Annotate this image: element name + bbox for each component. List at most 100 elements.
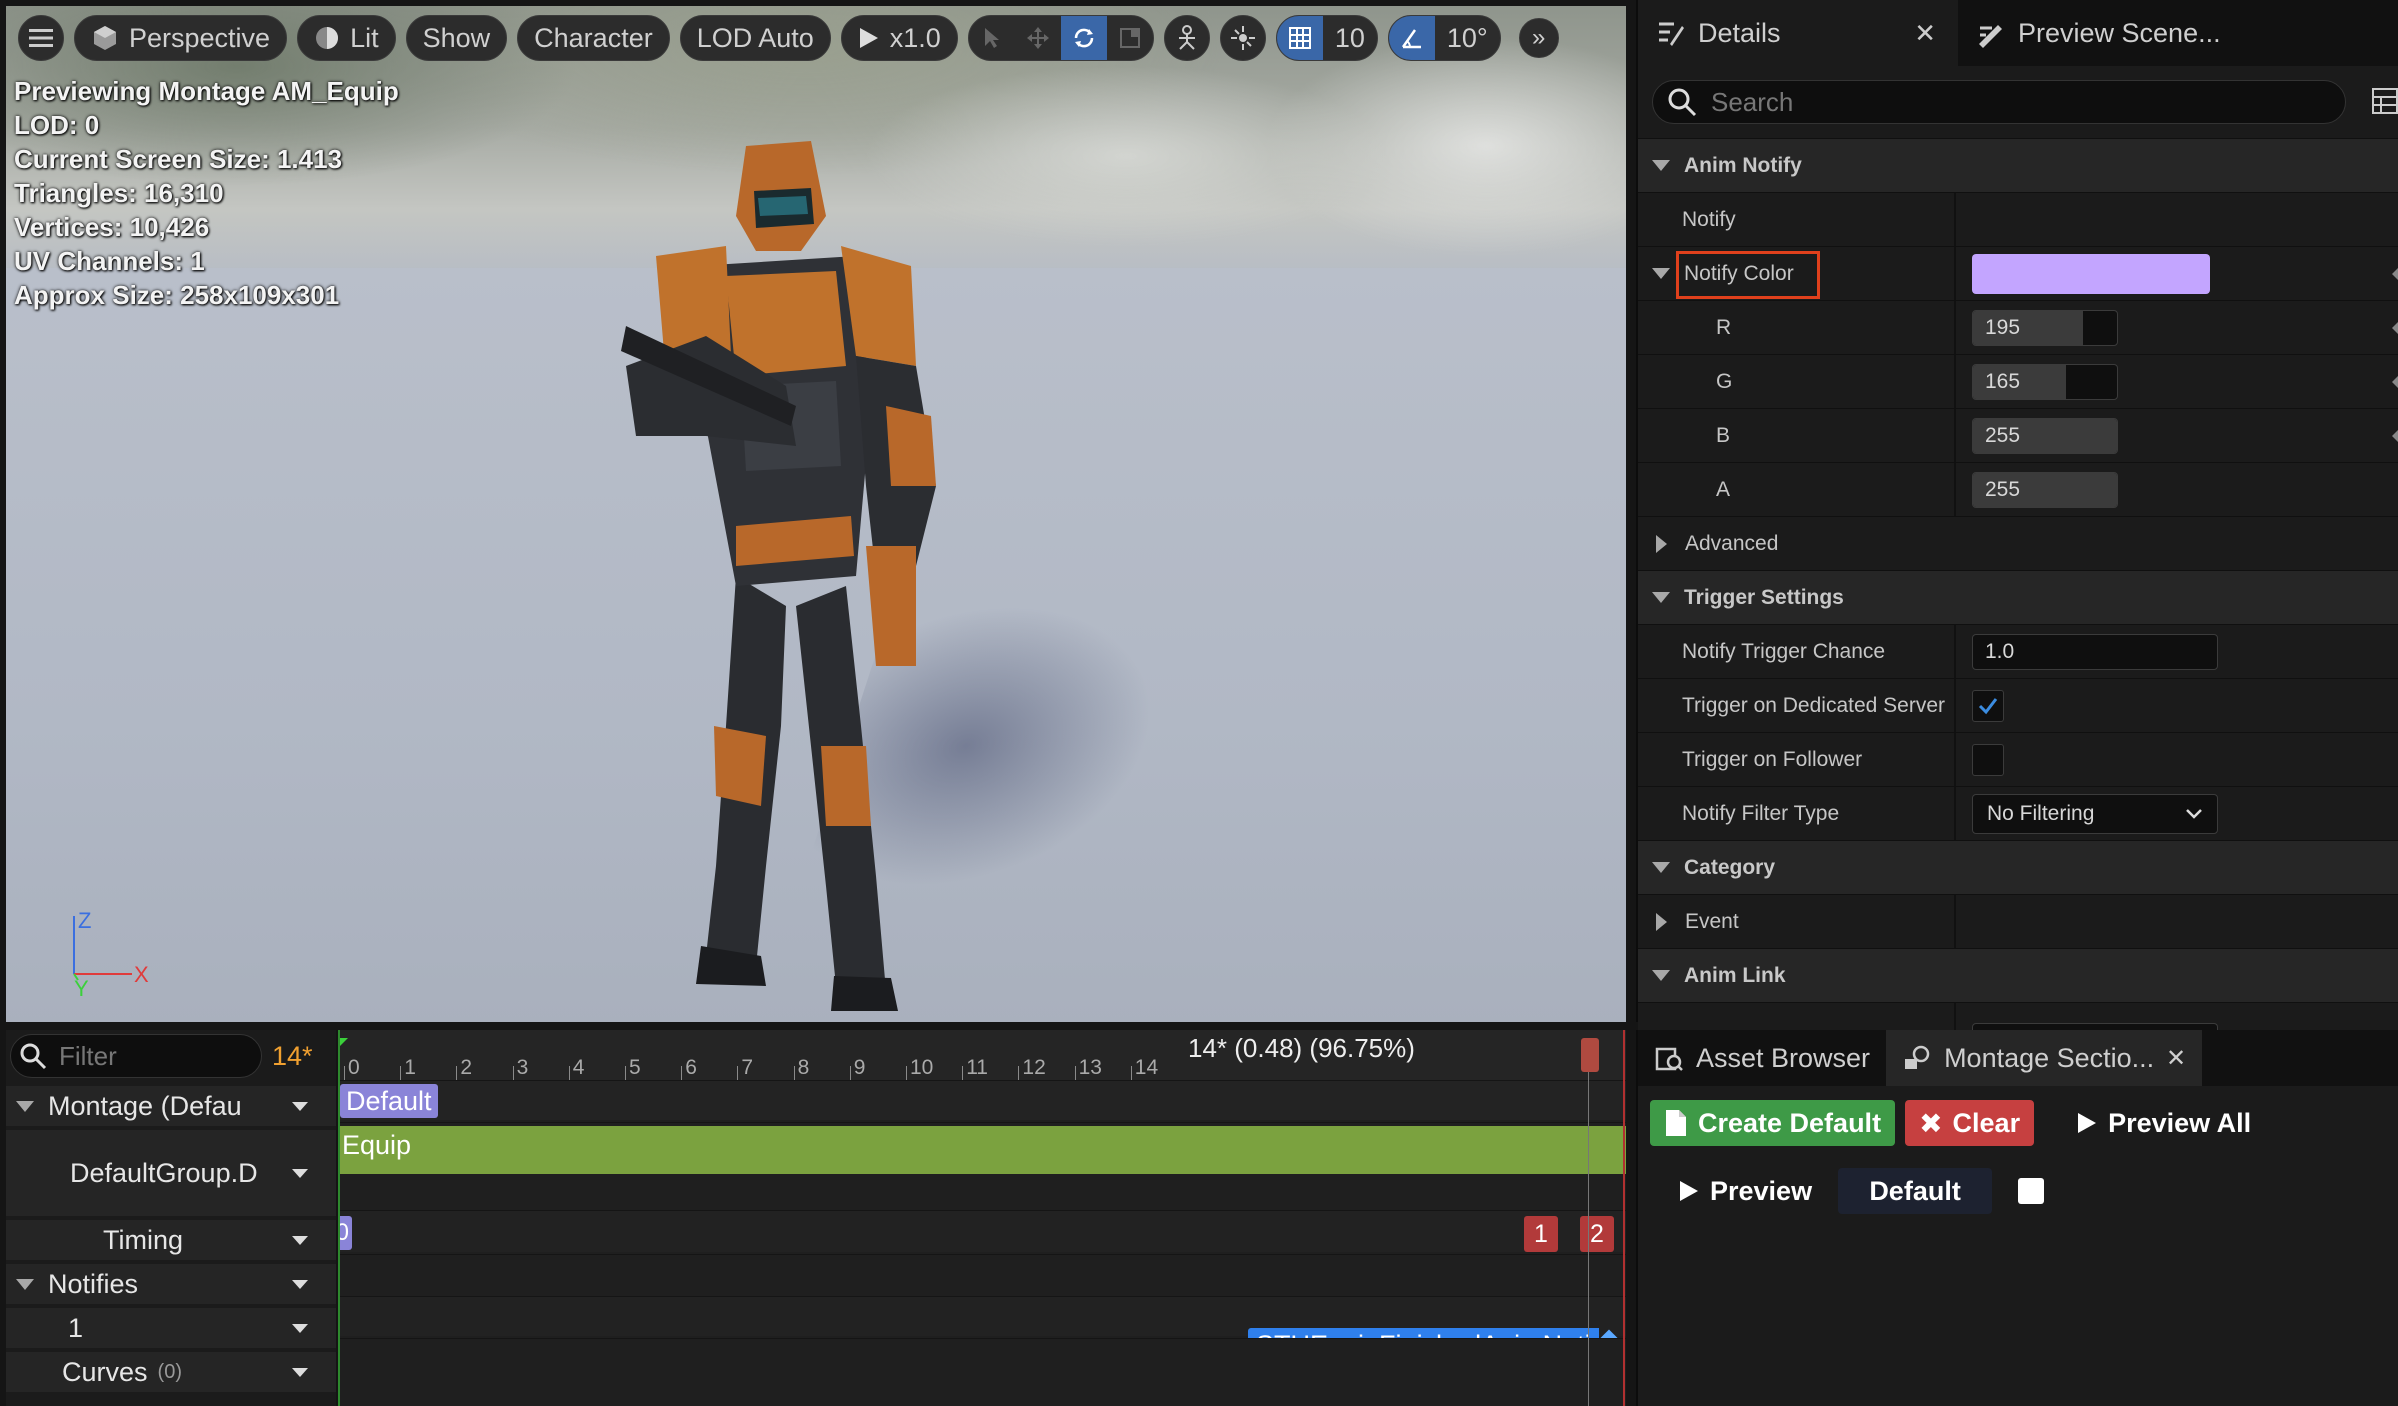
lod-button[interactable]: LOD Auto bbox=[679, 15, 831, 61]
show-button[interactable]: Show bbox=[405, 15, 508, 61]
section-anim-notify[interactable]: Anim Notify bbox=[1638, 138, 2398, 192]
prop-filter-type: Notify Filter Type No Filtering bbox=[1638, 786, 2398, 840]
preview-section-label: Preview bbox=[1710, 1175, 1813, 1206]
notify-color-swatch[interactable] bbox=[1972, 253, 2210, 294]
tab-details[interactable]: Details ✕ bbox=[1638, 0, 1958, 66]
dropdown-arrow-icon[interactable] bbox=[292, 1101, 308, 1111]
color-g-input[interactable]: 165 bbox=[1972, 363, 2118, 400]
ruler-tick-label: 6 bbox=[685, 1056, 697, 1079]
stat-vertices: Vertices: 10,426 bbox=[14, 212, 210, 242]
filter-type-dropdown[interactable]: No Filtering bbox=[1972, 793, 2218, 834]
track-slot-group[interactable]: DefaultGroup.D bbox=[6, 1130, 336, 1216]
translate-tool-button[interactable] bbox=[1015, 16, 1061, 60]
angle-snap-value[interactable]: 10° bbox=[1435, 23, 1500, 54]
timing-start-marker[interactable]: 0 bbox=[338, 1216, 352, 1250]
angle-snap-toggle[interactable] bbox=[1388, 16, 1435, 60]
close-icon[interactable]: ✕ bbox=[2166, 1044, 2186, 1073]
track-curves[interactable]: Curves (0) bbox=[6, 1352, 336, 1392]
physics-button[interactable] bbox=[1219, 15, 1266, 61]
grid-size-value[interactable]: 10 bbox=[1323, 23, 1377, 54]
prop-dedicated-server-label: Trigger on Dedicated Server bbox=[1638, 679, 1956, 732]
section-default-button[interactable]: Default bbox=[1838, 1168, 1993, 1214]
cursor-icon bbox=[984, 28, 999, 48]
viewport-menu-button[interactable] bbox=[18, 15, 64, 61]
timing-marker-2[interactable]: 2 bbox=[1580, 1216, 1614, 1252]
time-ruler[interactable]: 0 1 2 3 4 5 6 7 8 9 10 11 12 13 14 bbox=[338, 1030, 1626, 1080]
preview-viewport[interactable]: Perspective Lit Show Character LOD Auto … bbox=[6, 6, 1626, 1022]
search-icon bbox=[1668, 88, 1697, 117]
perspective-button[interactable]: Perspective bbox=[74, 15, 288, 61]
ruler-tick bbox=[1074, 1066, 1076, 1080]
track-timing[interactable]: Timing bbox=[6, 1220, 336, 1260]
clear-button[interactable]: ✖ Clear bbox=[1905, 1100, 2035, 1146]
prop-trigger-chance: Notify Trigger Chance 1.0 bbox=[1638, 624, 2398, 678]
color-a-input[interactable]: 255 bbox=[1972, 471, 2118, 508]
section-trigger-settings[interactable]: Trigger Settings bbox=[1638, 570, 2398, 624]
chevron-down-icon bbox=[1652, 592, 1670, 603]
ruler-tick bbox=[1130, 1066, 1132, 1080]
character-mesh[interactable] bbox=[586, 106, 966, 1022]
close-icon[interactable]: ✕ bbox=[1914, 18, 1936, 49]
dropdown-arrow-icon[interactable] bbox=[292, 1279, 308, 1289]
tab-preview-scene[interactable]: Preview Scene... bbox=[1958, 0, 2239, 66]
grid-snap-toggle[interactable] bbox=[1276, 16, 1323, 60]
trigger-chance-input[interactable]: 1.0 bbox=[1972, 633, 2218, 670]
toolbar-overflow-button[interactable]: » bbox=[1518, 18, 1559, 58]
ruler-tick bbox=[1018, 1066, 1020, 1080]
details-icon bbox=[1659, 22, 1684, 46]
view-mode-button[interactable]: Lit bbox=[297, 15, 396, 61]
dropdown-arrow-icon[interactable] bbox=[292, 1323, 308, 1333]
track-notifies[interactable]: Notifies bbox=[6, 1264, 336, 1304]
section-loop-checkbox[interactable] bbox=[2018, 1178, 2045, 1204]
prop-event[interactable]: Event bbox=[1638, 894, 2398, 948]
color-r-input[interactable]: 195 bbox=[1972, 309, 2118, 346]
dropdown-arrow-icon[interactable] bbox=[292, 1367, 308, 1377]
rotate-icon bbox=[1074, 28, 1094, 48]
prop-advanced[interactable]: Advanced bbox=[1638, 516, 2398, 570]
scale-tool-button[interactable] bbox=[1107, 16, 1153, 60]
dedicated-server-checkbox[interactable] bbox=[1972, 689, 2004, 722]
preview-all-button[interactable]: Preview All bbox=[2062, 1100, 2265, 1146]
trigger-follower-checkbox[interactable] bbox=[1972, 743, 2004, 776]
prop-trigger-follower-label: Trigger on Follower bbox=[1638, 733, 1956, 786]
prop-notify-color: Notify Color bbox=[1638, 246, 2398, 300]
section-category[interactable]: Category bbox=[1638, 840, 2398, 894]
chevron-down-icon[interactable] bbox=[1652, 268, 1670, 279]
character-button[interactable]: Character bbox=[517, 15, 670, 61]
dropdown-arrow-icon[interactable] bbox=[292, 1235, 308, 1245]
bone-button[interactable] bbox=[1163, 15, 1210, 61]
reset-arrow-icon[interactable] bbox=[2392, 429, 2398, 442]
preview-section-button[interactable]: Preview bbox=[1678, 1168, 1812, 1214]
track-montage[interactable]: Montage (Defau bbox=[6, 1086, 336, 1126]
track-notify-1[interactable]: 1 bbox=[6, 1308, 336, 1348]
dropdown-arrow-icon[interactable] bbox=[292, 1168, 308, 1178]
select-tool-button[interactable] bbox=[969, 16, 1015, 60]
ruler-tick-label: 0 bbox=[348, 1056, 360, 1079]
track-filter-row: Filter 14* bbox=[6, 1030, 336, 1082]
property-matrix-icon[interactable] bbox=[2372, 88, 2398, 114]
reset-arrow-icon[interactable] bbox=[2392, 321, 2398, 334]
play-speed-button[interactable]: x1.0 bbox=[840, 15, 958, 61]
ruler-tick-label: 11 bbox=[966, 1056, 988, 1079]
reset-arrow-icon[interactable] bbox=[2392, 375, 2398, 388]
color-b-input[interactable]: 255 bbox=[1972, 417, 2118, 454]
details-search-box bbox=[1652, 80, 2346, 124]
filter-type-value: No Filtering bbox=[1987, 801, 2095, 825]
property-list: Anim Notify Notify Notify Color R 195 G … bbox=[1638, 138, 2398, 1043]
section-default[interactable]: Default bbox=[340, 1084, 438, 1118]
create-default-button[interactable]: Create Default bbox=[1650, 1100, 1896, 1146]
section-anim-link[interactable]: Anim Link bbox=[1638, 948, 2398, 1002]
rotate-tool-button[interactable] bbox=[1060, 16, 1107, 60]
track-filter-box[interactable]: Filter bbox=[10, 1034, 262, 1078]
ruler-tick-label: 14 bbox=[1134, 1056, 1159, 1079]
tab-montage-sections[interactable]: Montage Sectio... ✕ bbox=[1886, 1030, 2203, 1086]
tab-asset-browser[interactable]: Asset Browser bbox=[1638, 1030, 1886, 1086]
ruler-tick-label: 3 bbox=[516, 1056, 529, 1079]
slot-segment-equip[interactable]: Equip bbox=[338, 1126, 1626, 1174]
montage-timeline[interactable]: 0 1 2 3 4 5 6 7 8 9 10 11 12 13 14 14* (0.48) (96.75%)… bbox=[338, 1030, 1626, 1406]
details-search-input[interactable] bbox=[1711, 86, 2311, 118]
timing-marker-1[interactable]: 1 bbox=[1524, 1216, 1558, 1252]
playhead-handle[interactable] bbox=[1581, 1038, 1599, 1072]
ruler-tick bbox=[400, 1066, 402, 1080]
reset-arrow-icon[interactable] bbox=[2392, 267, 2398, 280]
